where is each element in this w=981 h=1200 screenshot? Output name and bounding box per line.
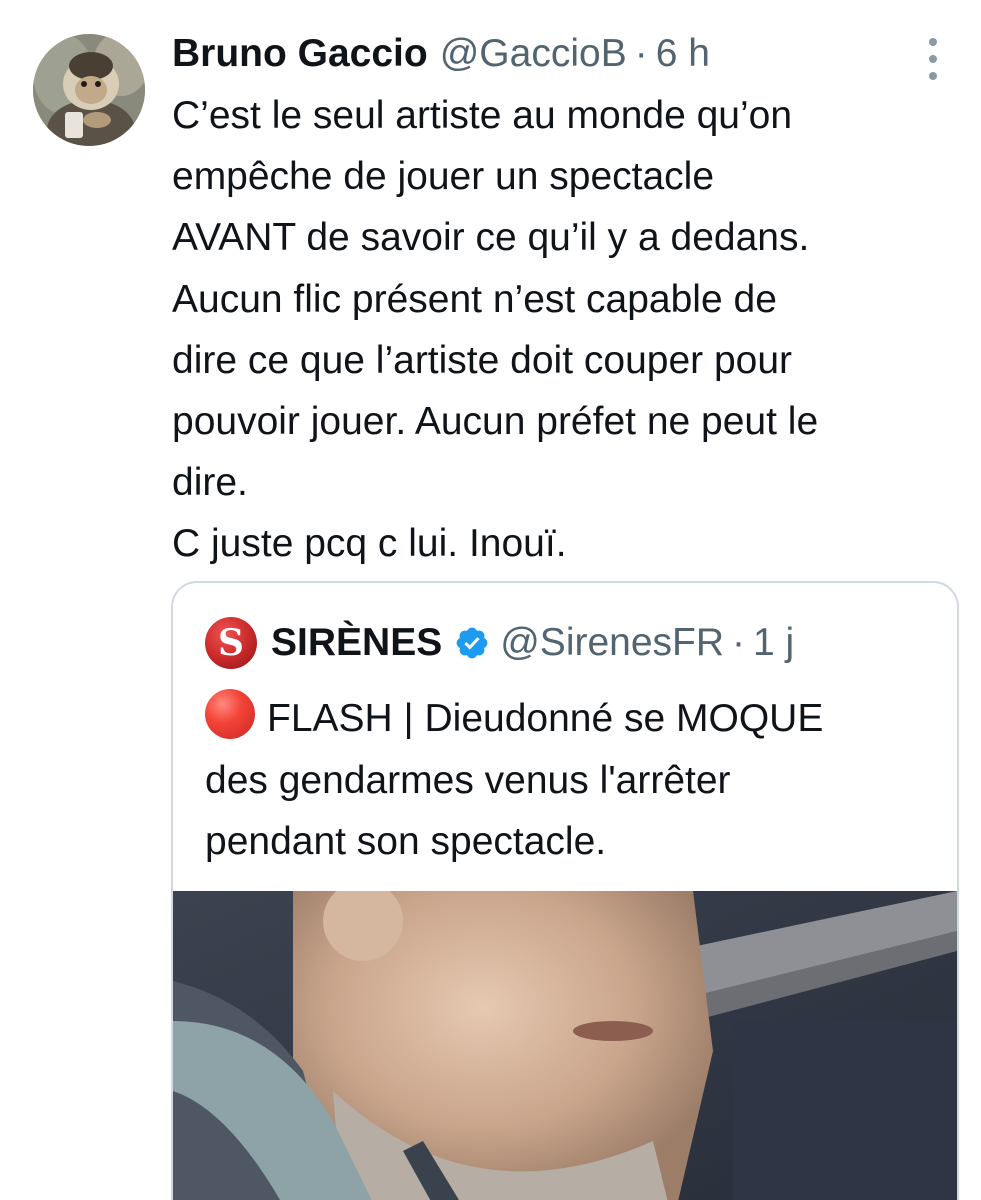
verified-badge-icon <box>454 625 490 661</box>
tweet-text-line: C juste pcq c lui. Inouï. <box>172 522 567 566</box>
sirenes-logo[interactable]: S <box>205 617 257 669</box>
quoted-tweet-header: S SIRÈNES @SirenesFR · 1 j <box>205 617 794 669</box>
avatar-image <box>33 34 145 146</box>
quoted-author-handle[interactable]: @SirenesFR <box>500 621 724 665</box>
tweet-text-line: Aucun flic présent n’est capable de <box>172 277 777 321</box>
more-dot <box>929 72 937 80</box>
tweet-timestamp[interactable]: 6 h <box>656 32 710 76</box>
quoted-author-name[interactable]: SIRÈNES <box>271 621 442 665</box>
sirenes-logo-letter: S <box>218 622 244 664</box>
author-name[interactable]: Bruno Gaccio <box>172 32 428 76</box>
quoted-tweet[interactable]: S SIRÈNES @SirenesFR · 1 j FLASH | Dieud… <box>171 581 959 1200</box>
tweet-text-line: empêche de jouer un spectacle <box>172 155 715 199</box>
quoted-tweet-text: FLASH | Dieudonné se MOQUE des gendarmes… <box>205 688 945 873</box>
tweet-text-line: dire. <box>172 461 248 505</box>
tweet-text: C’est le seul artiste au monde qu’on emp… <box>172 85 962 575</box>
quoted-text-line: FLASH | Dieudonné se MOQUE <box>205 688 945 750</box>
separator-dot: · <box>634 32 648 75</box>
author-handle[interactable]: @GaccioB <box>440 32 627 76</box>
tweet-text-line: dire ce que l’artiste doit couper pour <box>172 338 793 382</box>
quoted-text-line: pendant son spectacle. <box>205 820 607 863</box>
tweet-header: Bruno Gaccio @GaccioB · 6 h <box>172 22 710 86</box>
video-thumbnail-man[interactable] <box>173 891 957 1200</box>
red-circle-emoji <box>205 689 255 739</box>
quoted-text-flash: FLASH | Dieudonné se MOQUE <box>267 697 824 740</box>
tweet-text-line: C’est le seul artiste au monde qu’on <box>172 94 793 137</box>
tweet[interactable]: Bruno Gaccio @GaccioB · 6 h C’est le seu… <box>0 0 981 1200</box>
quoted-timestamp[interactable]: 1 j <box>753 621 794 665</box>
media-image <box>173 891 957 1200</box>
more-dot <box>929 55 937 63</box>
quoted-text-line: des gendarmes venus l'arrêter <box>205 758 731 802</box>
separator-dot: · <box>732 621 746 664</box>
more-dot <box>929 38 937 46</box>
tweet-text-line: pouvoir jouer. Aucun préfet ne peut le <box>172 400 819 444</box>
more-options-icon[interactable] <box>918 38 948 80</box>
tweet-text-line: AVANT de savoir ce qu’il y a dedans. <box>172 216 810 260</box>
capuchin-monkey-avatar[interactable] <box>33 34 145 146</box>
